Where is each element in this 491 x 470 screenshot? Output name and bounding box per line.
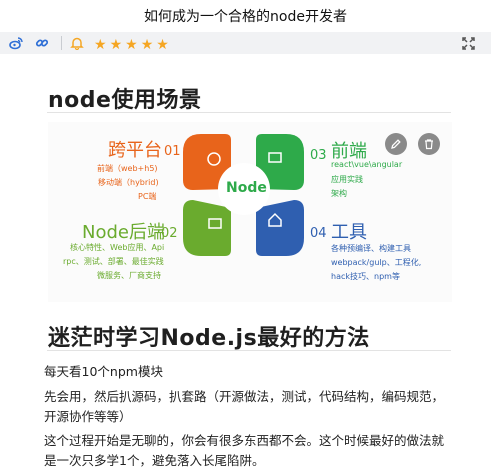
item-line: react\vue\angular: [331, 160, 403, 169]
pencil-icon: [391, 139, 401, 149]
star-icon[interactable]: ★: [125, 37, 138, 53]
item-number: 02: [161, 226, 178, 241]
item-line: 移动端（hybrid): [98, 178, 159, 187]
petal-lightgreen: [183, 200, 231, 256]
expand-icon[interactable]: [459, 34, 477, 52]
weibo-icon[interactable]: [7, 34, 25, 52]
item-line: rpc、测试、部署、最佳实践: [63, 257, 164, 266]
item-number: 01: [164, 144, 181, 159]
rating-stars[interactable]: ★ ★ ★ ★ ★: [94, 34, 172, 53]
item-line: webpack/gulp、工程化,: [331, 258, 422, 267]
item-line: 应用实践: [331, 175, 363, 184]
star-icon[interactable]: ★: [141, 37, 154, 53]
item-title: 工具: [331, 222, 367, 243]
item-title: 跨平台: [108, 140, 162, 161]
star-icon[interactable]: ★: [156, 37, 169, 53]
paragraph: 每天看10个npm模块: [44, 364, 163, 379]
item-line: 各种预编译、构建工具: [331, 244, 411, 253]
star-icon[interactable]: ★: [110, 37, 123, 53]
item-number: 04: [310, 226, 327, 241]
window-title: 如何成为一个合格的node开发者: [144, 9, 347, 25]
item-number: 03: [310, 148, 327, 163]
toolbar: ★ ★ ★ ★ ★: [0, 32, 491, 54]
petal-blue: [256, 200, 304, 256]
star-icon[interactable]: ★: [94, 37, 107, 53]
item-line: 核心特性、Web应用、Api: [70, 243, 165, 252]
edit-button[interactable]: [385, 133, 407, 155]
heading-divider: [47, 112, 451, 113]
item-line: 架构: [331, 189, 347, 198]
delete-button[interactable]: [418, 133, 440, 155]
item-line: 前端（web+h5): [97, 164, 158, 173]
section-heading: node使用场景: [48, 88, 202, 113]
item-line: 微服务、厂商支持: [97, 271, 161, 280]
item-line: PC端: [138, 192, 157, 201]
item-title: Node后端: [82, 222, 165, 243]
heading-divider: [47, 350, 451, 351]
item-line: hack技巧、npm等: [331, 272, 400, 281]
diagram-center-label: Node: [226, 180, 267, 196]
node-scenarios-diagram: Node 跨平台 01 前端（web+h5) 移动端（hybrid) PC端 N…: [48, 122, 452, 302]
bell-icon[interactable]: [68, 34, 86, 52]
paragraph: 这个过程开始是无聊的，你会有很多东西都不会。这个时候最好的做法就是一次只多学1个…: [44, 433, 445, 468]
section-heading: 迷茫时学习Node.js最好的方法: [48, 326, 370, 351]
link-icon[interactable]: [33, 34, 51, 52]
paragraph: 先会用，然后扒源码，扒套路（开源做法，测试，代码结构，编码规范，开源协作等等）: [44, 389, 445, 424]
title-bar: 如何成为一个合格的node开发者: [0, 0, 491, 32]
trash-icon: [425, 139, 433, 150]
toolbar-divider: [61, 36, 62, 50]
